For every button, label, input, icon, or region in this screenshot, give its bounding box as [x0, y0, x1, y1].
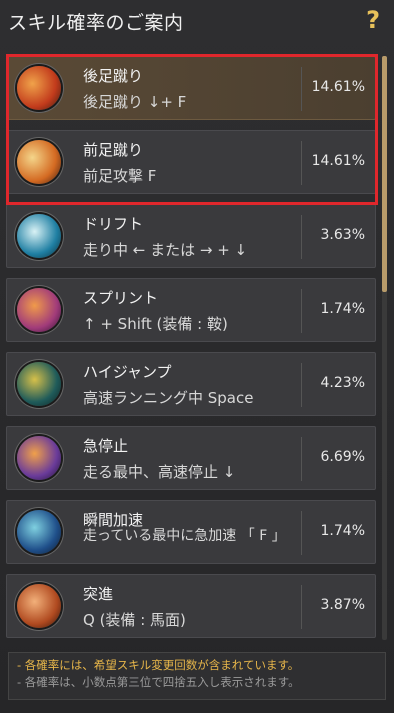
skill-percent: 4.23% [320, 375, 365, 391]
drift-icon [17, 214, 61, 258]
sprint-icon [17, 288, 61, 332]
skill-percent: 6.69% [320, 449, 365, 465]
note-line: - 各確率は、小数点第三位で四捨五入し表示されます。 [17, 675, 300, 689]
skill-name: 急停止 [83, 437, 129, 455]
skill-command: Q (装備 : 馬面) [83, 611, 186, 629]
list-item[interactable]: ドリフト 走り中 ← または → + ↓ 3.63% [6, 204, 376, 268]
divider [301, 363, 302, 407]
highlight-box [6, 54, 378, 205]
skill-command: 走る最中、高速停止 ↓ [83, 463, 236, 481]
note-line: - 各確率には、希望スキル変更回数が含まれています。 [17, 658, 300, 672]
skill-command: 高速ランニング中 Space [83, 389, 254, 407]
panel-title: スキル確率のご案内 [8, 12, 184, 34]
sudden-stop-icon [17, 436, 61, 480]
scrollbar-thumb[interactable] [382, 56, 387, 292]
divider [301, 215, 302, 259]
skill-name: 突進 [83, 585, 114, 603]
skill-percent: 3.87% [320, 597, 365, 613]
skill-command: 走っている最中に急加速 「 F 」 [83, 528, 286, 544]
notes-box: - 各確率には、希望スキル変更回数が含まれています。 - 各確率は、小数点第三位… [8, 652, 386, 700]
skill-command: ↑ + Shift (装備 : 鞍) [83, 315, 228, 333]
panel-header: スキル確率のご案内 ? [0, 0, 394, 46]
skill-percent: 3.63% [320, 227, 365, 243]
skill-command: 走り中 ← または → + ↓ [83, 241, 248, 259]
instant-acceleration-icon [17, 510, 61, 554]
list-item[interactable]: 瞬間加速 走っている最中に急加速 「 F 」 1.74% [6, 500, 376, 564]
charge-icon [17, 584, 61, 628]
skill-name: ドリフト [83, 215, 144, 233]
divider [301, 289, 302, 333]
skill-percent: 1.74% [320, 523, 365, 539]
skill-probability-panel: スキル確率のご案内 ? 後足蹴り 後足蹴り ↓+ F 14.61% 前足蹴り 前… [0, 0, 394, 713]
skill-name: スプリント [83, 289, 159, 307]
help-icon[interactable]: ? [366, 6, 380, 34]
list-item[interactable]: 突進 Q (装備 : 馬面) 3.87% [6, 574, 376, 638]
divider [301, 437, 302, 481]
skill-name: ハイジャンプ [83, 363, 172, 381]
list-item[interactable]: 急停止 走る最中、高速停止 ↓ 6.69% [6, 426, 376, 490]
list-item[interactable]: ハイジャンプ 高速ランニング中 Space 4.23% [6, 352, 376, 416]
list-item[interactable]: スプリント ↑ + Shift (装備 : 鞍) 1.74% [6, 278, 376, 342]
divider [301, 585, 302, 629]
divider [301, 511, 302, 555]
skill-percent: 1.74% [320, 301, 365, 317]
high-jump-icon [17, 362, 61, 406]
